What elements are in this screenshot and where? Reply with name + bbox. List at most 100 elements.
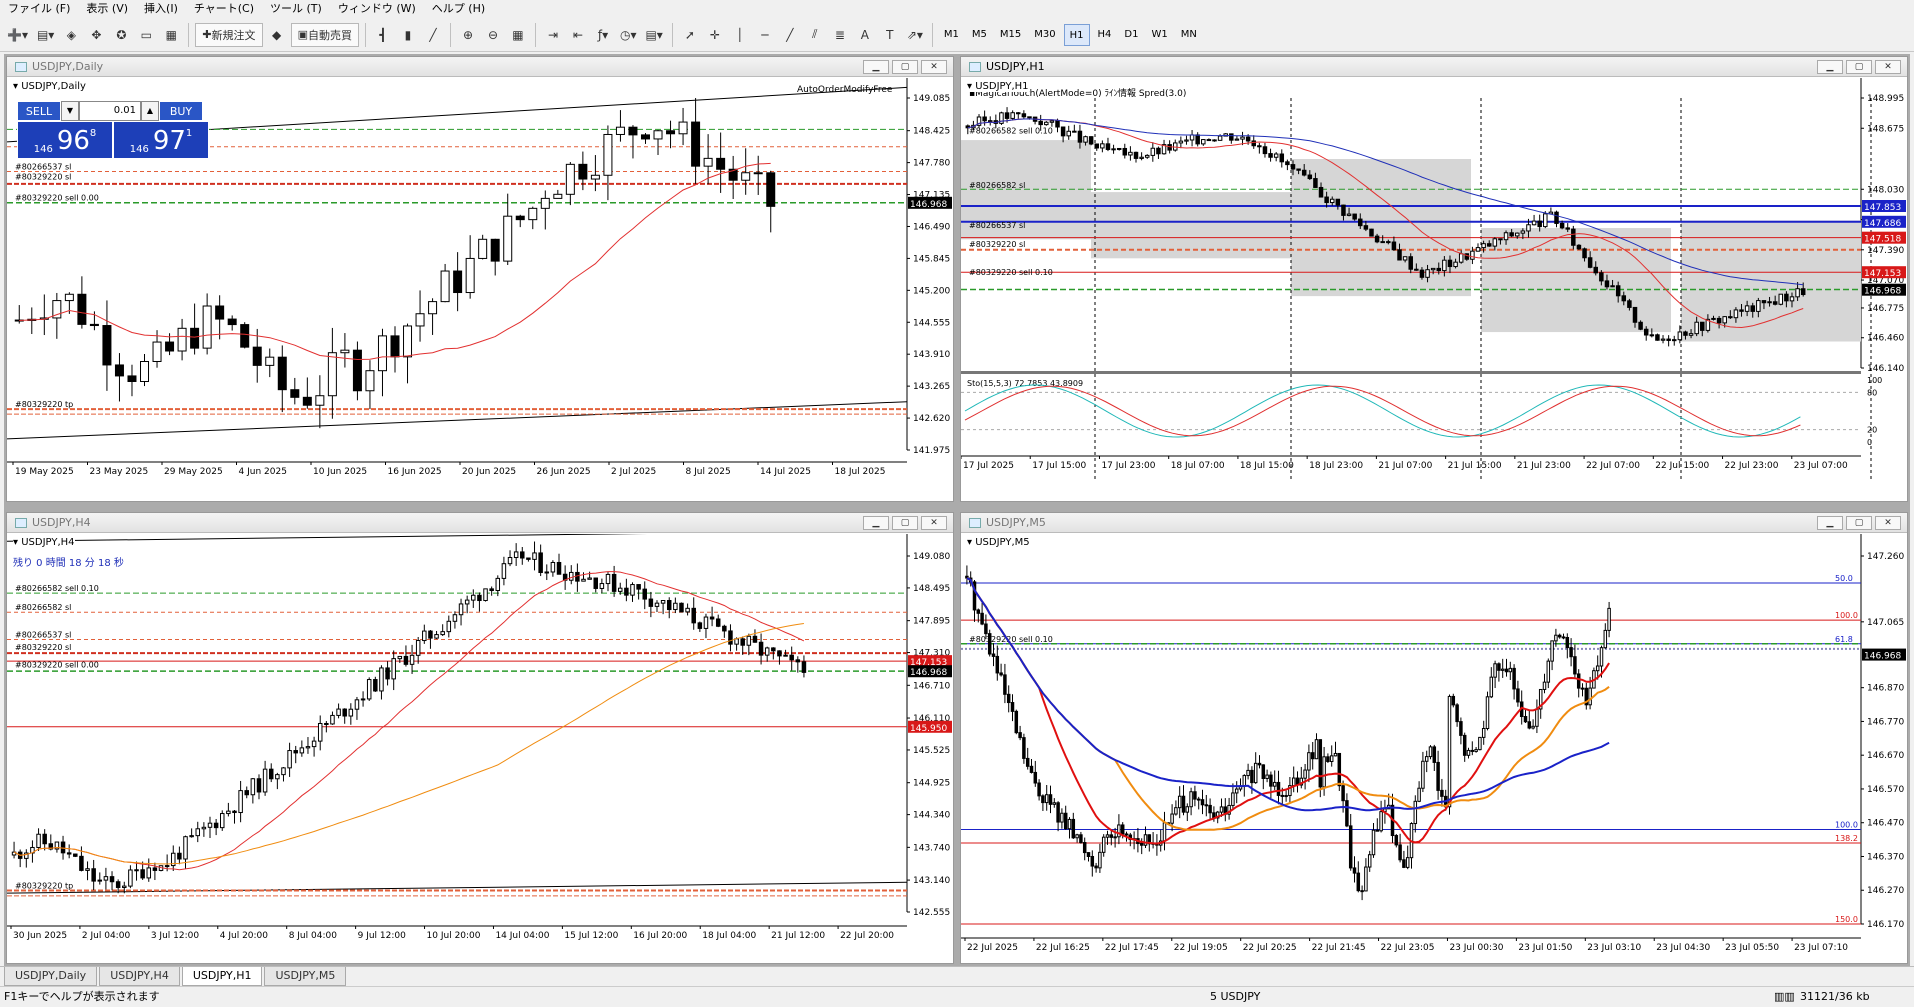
close-button[interactable]: ✕ — [1875, 59, 1901, 74]
timeframe-h1[interactable]: H1 — [1063, 23, 1090, 46]
candle-body — [1086, 852, 1091, 857]
auto-trading-button[interactable]: ▣ 自動売買 — [290, 22, 359, 47]
candle-body — [465, 257, 475, 294]
lot-input[interactable]: 0.01 — [79, 101, 141, 121]
maximize-button[interactable]: ▢ — [1846, 515, 1872, 530]
horizontal-line-icon[interactable]: ─ — [754, 23, 776, 47]
chart-window-h4[interactable]: USDJPY,H4 ▁ ▢ ✕ 149.080 148.495 147.895 147.3… — [6, 512, 954, 964]
chart-window-titlebar[interactable]: USDJPY,M5 ▁ ▢ ✕ — [961, 513, 1907, 533]
close-button[interactable]: ✕ — [1875, 515, 1901, 530]
candle-body — [1573, 656, 1577, 675]
navigator-icon[interactable]: ✪ — [110, 23, 132, 47]
cursor-icon[interactable]: ➚ — [679, 23, 701, 47]
price-tick-label: 149.085 — [913, 94, 950, 104]
candle-body — [654, 602, 660, 607]
lot-dropdown-icon[interactable]: ▼ — [61, 101, 79, 121]
chart-window-h1[interactable]: USDJPY,H1 ▁▢✕ 148.995148.675148.030147.7… — [960, 56, 1908, 502]
profiles-icon[interactable]: ▤▾ — [34, 23, 57, 47]
candlestick-icon[interactable]: ▮ — [397, 23, 419, 47]
tab-usdjpy-m5[interactable]: USDJPY,M5 — [264, 967, 347, 986]
text-icon[interactable]: A — [854, 23, 876, 47]
menu-chart[interactable]: チャート(C) — [186, 0, 262, 18]
m5-chart-canvas[interactable]: 147.260 147.065 146.870 146.770 146.670 146.5… — [961, 534, 1907, 964]
range-box — [1481, 228, 1671, 333]
channel-icon[interactable]: ⫽ — [804, 23, 826, 47]
fibo-icon[interactable]: ≣ — [829, 23, 851, 47]
timeframe-w1[interactable]: W1 — [1146, 24, 1172, 46]
tester-icon[interactable]: ▦ — [160, 23, 182, 47]
periods-icon[interactable]: ◷▾ — [617, 23, 640, 47]
candle-body — [446, 620, 452, 633]
lot-up-icon[interactable]: ▲ — [141, 101, 159, 121]
tab-usdjpy-h1[interactable]: USDJPY,H1 — [181, 967, 263, 986]
timeframe-m30[interactable]: M30 — [1029, 24, 1060, 46]
chart-shift-icon[interactable]: ⇤ — [567, 23, 589, 47]
tab-usdjpy-daily[interactable]: USDJPY,Daily — [4, 967, 98, 986]
menu-help[interactable]: ヘルプ (H) — [424, 0, 493, 18]
timeframe-m5[interactable]: M5 — [967, 24, 992, 46]
tile-windows-icon[interactable]: ▦ — [507, 23, 529, 47]
new-order-button[interactable]: ✚ 新規注文 — [195, 22, 263, 47]
tab-usdjpy-h4[interactable]: USDJPY,H4 — [99, 967, 180, 986]
timeframe-m15[interactable]: M15 — [995, 24, 1026, 46]
chart-icon — [15, 61, 27, 72]
candle-body — [336, 708, 341, 716]
timeframe-m1[interactable]: M1 — [939, 24, 964, 46]
data-window-icon[interactable]: ✥ — [85, 23, 107, 47]
market-watch-icon[interactable]: ◈ — [60, 23, 82, 47]
candle-body — [753, 172, 763, 175]
auto-scroll-icon[interactable]: ⇥ — [542, 23, 564, 47]
vertical-line-icon[interactable]: │ — [729, 23, 751, 47]
h4-chart-canvas[interactable]: 149.080148.495147.895147.310146.710146.1… — [7, 534, 953, 964]
candle-body — [1688, 333, 1694, 336]
h1-chart-canvas[interactable]: 148.995148.675148.030147.710147.390147.0… — [961, 78, 1907, 502]
minimize-button[interactable]: ▁ — [1817, 515, 1843, 530]
chart-window-daily[interactable]: USDJPY,Daily ▁ ▢ ✕ 149.085 148.425 147.780 14… — [6, 56, 954, 502]
menu-view[interactable]: 表示 (V) — [78, 0, 136, 18]
menu-file[interactable]: ファイル (F) — [0, 0, 78, 18]
candle-body — [648, 598, 654, 607]
buy-button[interactable]: BUY — [159, 101, 203, 121]
minimize-button[interactable]: ▁ — [1817, 59, 1843, 74]
zoom-out-icon[interactable]: ⊖ — [482, 23, 504, 47]
close-button[interactable]: ✕ — [921, 59, 947, 74]
menu-window[interactable]: ウィンドウ (W) — [330, 0, 424, 18]
bar-chart-icon[interactable]: ┫ — [372, 23, 394, 47]
candle-body — [385, 667, 390, 680]
timeframe-mn[interactable]: MN — [1176, 24, 1202, 46]
metaeditor-icon[interactable]: ◆ — [266, 23, 288, 47]
ask-price[interactable]: 146 97 1 — [113, 121, 209, 159]
maximize-button[interactable]: ▢ — [1846, 59, 1872, 74]
crosshair-icon[interactable]: ✛ — [704, 23, 726, 47]
candle-body — [987, 120, 993, 123]
new-chart-icon[interactable]: ➕▾ — [4, 23, 31, 47]
zoom-in-icon[interactable]: ⊕ — [457, 23, 479, 47]
minimize-button[interactable]: ▁ — [863, 515, 889, 530]
price-tick-label: 146.490 — [913, 222, 950, 232]
candle-body — [1246, 769, 1250, 777]
trendline-icon[interactable]: ╱ — [779, 23, 801, 47]
label-icon[interactable]: T — [879, 23, 901, 47]
sell-button[interactable]: SELL — [17, 101, 61, 121]
maximize-button[interactable]: ▢ — [892, 515, 918, 530]
timeframe-h4[interactable]: H4 — [1093, 24, 1117, 46]
time-tick-label: 8 Jul 04:00 — [289, 931, 338, 941]
templates-icon[interactable]: ▤▾ — [642, 23, 665, 47]
maximize-button[interactable]: ▢ — [892, 59, 918, 74]
indicators-icon[interactable]: ƒ▾ — [592, 23, 614, 47]
candle-body — [352, 349, 362, 392]
line-chart-icon[interactable]: ╱ — [422, 23, 444, 47]
chart-window-m5[interactable]: USDJPY,M5 ▁ ▢ ✕ 147.260 147.065 146.870 146.7… — [960, 512, 1908, 964]
chart-window-titlebar[interactable]: USDJPY,H1 ▁ ▢ ✕ — [961, 57, 1907, 77]
chart-window-titlebar[interactable]: USDJPY,H4 ▁ ▢ ✕ — [7, 513, 953, 533]
minimize-button[interactable]: ▁ — [863, 59, 889, 74]
bid-price[interactable]: 146 96 8 — [17, 121, 113, 159]
chart-window-titlebar[interactable]: USDJPY,Daily ▁ ▢ ✕ — [7, 57, 953, 77]
arrows-icon[interactable]: ⇗▾ — [904, 23, 926, 47]
timeframe-d1[interactable]: D1 — [1119, 24, 1143, 46]
menu-tools[interactable]: ツール (T) — [262, 0, 330, 18]
menu-insert[interactable]: 挿入(I) — [136, 0, 186, 18]
time-tick-label: 17 Jul 23:00 — [1101, 461, 1155, 471]
close-button[interactable]: ✕ — [921, 515, 947, 530]
terminal-icon[interactable]: ▭ — [135, 23, 157, 47]
